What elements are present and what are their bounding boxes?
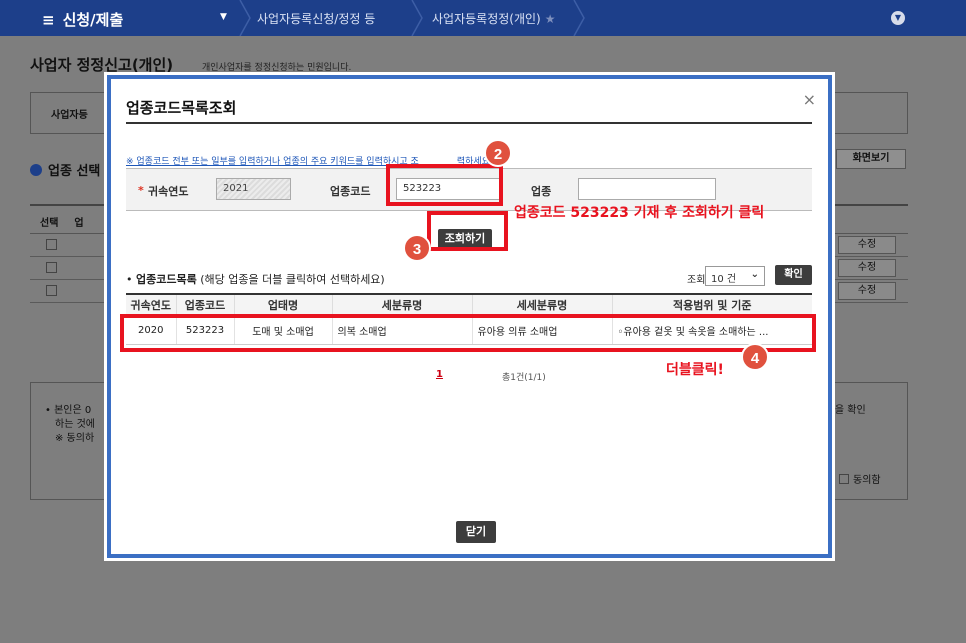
step-badge-2: 2 [484,139,512,167]
type-input[interactable] [578,178,716,200]
breadcrumb-item-1[interactable]: 사업자등록신청/정정 등 [257,10,375,27]
breadcrumb-separator-icon [239,0,251,36]
confirm-button[interactable]: 확인 [775,265,812,285]
type-label: 업종 [531,185,552,198]
business-info-label: 사업자등 [51,110,88,121]
modal-title: 업종코드목록조회 [126,99,237,117]
breadcrumb-separator-icon [411,0,423,36]
step-badge-4: 4 [741,343,769,371]
row-checkbox[interactable] [46,285,57,296]
pagination-page[interactable]: 1 [436,369,443,380]
close-button[interactable]: 닫기 [456,521,496,543]
close-icon[interactable]: × [803,90,816,109]
title-divider [126,122,812,124]
menu-home[interactable]: ≡ 신청/제출 [42,9,123,30]
chevron-down-icon: ⌄ [750,269,759,280]
agree-checkbox[interactable]: 동의함 [839,471,881,486]
breadcrumb-item-2[interactable]: 사업자등록정정(개인) ★ [432,10,556,27]
section-title: 업종 선택 [30,160,100,179]
hamburger-icon[interactable]: ≡ [42,11,55,29]
edit-button[interactable]: 수정 [838,259,896,277]
chevron-down-icon[interactable]: ▼ [891,11,905,25]
col-detail: 세세분류명 [472,294,613,317]
breadcrumb-separator-icon [573,0,585,36]
row-checkbox[interactable] [46,262,57,273]
year-label: 귀속연도 [148,185,189,198]
top-nav: ≡ 신청/제출 ▼ 사업자등록신청/정정 등 사업자등록정정(개인) ★ ▼ [0,0,966,36]
edit-button[interactable]: 수정 [838,236,896,254]
col-business: 업태명 [234,294,333,317]
year-field: 2021 [216,178,291,200]
col-year: 귀속연도 [126,294,177,317]
step-badge-3: 3 [403,234,431,262]
col-scope: 적용범위 및 기준 [612,294,812,317]
list-title: • 업종코드목록 (해당 업종을 더블 클릭하여 선택하세요) [126,273,385,286]
annotation-highlight-search [427,211,508,251]
table-header-row: 귀속연도 업종코드 업태명 세분류명 세세분류명 적용범위 및 기준 [126,294,812,317]
col-subclass: 세분류명 [332,294,473,317]
bullet-icon [30,164,42,176]
edit-button[interactable]: 수정 [838,282,896,300]
screen-view-button[interactable]: 화면보기 [836,149,906,169]
annotation-highlight-code [386,164,503,206]
total-count: 총1건(1/1) [502,373,546,383]
dropdown-icon[interactable]: ▼ [220,12,227,22]
code-label: 업종코드 [330,185,371,198]
annotation-highlight-row [120,314,816,352]
required-marker: * [138,184,144,197]
annotation-search-text: 업종코드 523223 기재 후 조회하기 클릭 [514,205,765,221]
menu-home-label: 신청/제출 [62,11,124,29]
favorite-star-icon[interactable]: ★ [545,12,556,26]
count-select[interactable]: 10 건 ⌄ [705,266,765,286]
checkbox-icon [839,474,849,484]
col-code: 업종코드 [176,294,235,317]
annotation-doubleclick-text: 더블클릭! [666,362,724,378]
row-checkbox[interactable] [46,239,57,250]
